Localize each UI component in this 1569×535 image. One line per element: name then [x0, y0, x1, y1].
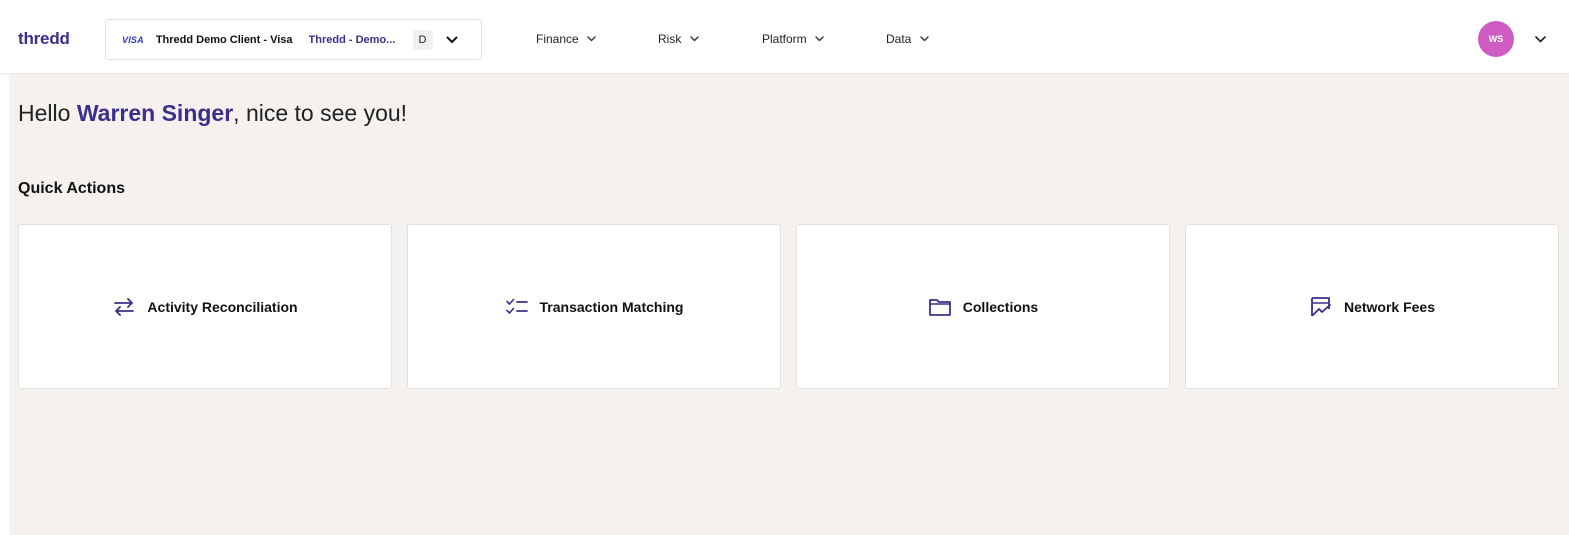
chevron-down-icon	[815, 34, 825, 44]
nav-platform[interactable]: Platform	[762, 30, 825, 48]
nav-risk[interactable]: Risk	[658, 30, 699, 48]
program-name: Thredd - Demo...	[308, 33, 396, 46]
visa-logo: VISA	[122, 34, 144, 45]
checklist-icon	[505, 295, 529, 319]
user-avatar[interactable]: WS	[1478, 21, 1514, 57]
thredd-logo[interactable]: thredd	[18, 29, 70, 49]
card-label: Transaction Matching	[539, 298, 684, 315]
quick-actions-title: Quick Actions	[18, 180, 125, 197]
environment-badge: D	[412, 29, 433, 50]
user-name: Warren Singer	[76, 100, 234, 126]
nav-finance[interactable]: Finance	[536, 30, 597, 48]
chevron-down-icon	[689, 34, 699, 44]
quick-action-transaction-matching[interactable]: Transaction Matching	[407, 224, 781, 389]
swap-arrows-icon	[112, 295, 136, 319]
greeting-prefix: Hello	[18, 100, 77, 126]
chevron-down-icon	[919, 34, 929, 44]
chevron-down-icon	[587, 34, 597, 44]
quick-action-network-fees[interactable]: Network Fees	[1185, 224, 1559, 389]
folder-icon	[928, 295, 952, 319]
main-content: Hello Warren Singer, nice to see you! Qu…	[9, 74, 1569, 535]
quick-action-collections[interactable]: Collections	[796, 224, 1170, 389]
nav-data-label: Data	[886, 32, 912, 46]
nav-platform-label: Platform	[762, 32, 807, 46]
top-header: thredd VISA Thredd Demo Client - Visa Th…	[0, 0, 1569, 74]
chevron-down-icon[interactable]	[445, 33, 459, 47]
nav-data[interactable]: Data	[886, 30, 929, 48]
nav-risk-label: Risk	[658, 32, 682, 46]
nav-finance-label: Finance	[536, 32, 579, 46]
greeting: Hello Warren Singer, nice to see you!	[18, 100, 407, 127]
card-label: Activity Reconciliation	[147, 298, 298, 315]
quick-action-activity-reconciliation[interactable]: Activity Reconciliation	[18, 224, 392, 389]
card-label: Collections	[962, 298, 1039, 315]
client-selector[interactable]: VISA Thredd Demo Client - Visa Thredd - …	[105, 19, 482, 60]
chart-document-icon	[1309, 295, 1333, 319]
client-name: Thredd Demo Client - Visa	[155, 33, 293, 46]
card-label: Network Fees	[1343, 298, 1436, 315]
chevron-down-icon[interactable]	[1533, 32, 1547, 46]
greeting-suffix: , nice to see you!	[233, 100, 408, 126]
